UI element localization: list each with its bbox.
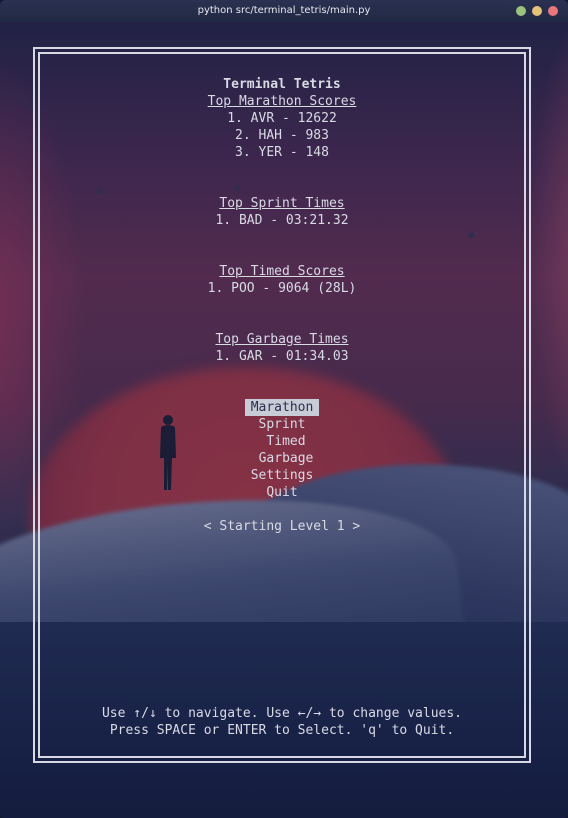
window-title: python src/terminal_tetris/main.py [197,5,371,16]
timed-score-1: 1. POO - 9064 (28L) [207,281,357,296]
help-text-navigation: Use ↑/↓ to navigate. Use ←/→ to change v… [101,706,463,721]
minimize-button[interactable] [516,6,526,16]
tetris-menu: Terminal Tetris Top Marathon Scores 1. A… [33,47,531,763]
marathon-score-2: 2. HAH - 983 [235,128,329,143]
menu-item-settings[interactable]: Settings [33,467,531,484]
marathon-score-1: 1. AVR - 12622 [227,111,337,126]
menu-item-marathon[interactable]: Marathon [244,399,320,416]
menu-item-garbage[interactable]: Garbage [33,450,531,467]
menu-item-timed[interactable]: Timed [33,433,531,450]
marathon-score-3: 3. YER - 148 [235,145,329,160]
maximize-button[interactable] [532,6,542,16]
sprint-heading: Top Sprint Times [219,196,345,211]
garbage-time-1: 1. GAR - 01:34.03 [215,349,349,364]
marathon-heading: Top Marathon Scores [207,94,357,109]
app-title: Terminal Tetris [223,77,341,92]
sprint-time-1: 1. BAD - 03:21.32 [215,213,349,228]
menu-item-sprint[interactable]: Sprint [33,416,531,433]
garbage-heading: Top Garbage Times [215,332,349,347]
title-bar[interactable]: python src/terminal_tetris/main.py [0,0,568,22]
close-button[interactable] [548,6,558,16]
starting-level-selector[interactable]: < Starting Level 1 > [33,518,531,535]
timed-heading: Top Timed Scores [219,264,345,279]
help-text-select: Press SPACE or ENTER to Select. 'q' to Q… [109,723,455,738]
menu-item-quit[interactable]: Quit [33,484,531,501]
